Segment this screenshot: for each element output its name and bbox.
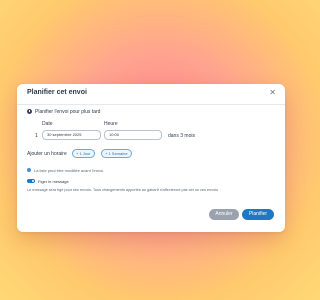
add-one-day-button[interactable]: + 1 Jour — [72, 149, 95, 158]
info-text: La liste peut être modifiée avant l'envo… — [34, 168, 105, 173]
date-input[interactable]: 30 septembre 2025 — [42, 130, 101, 140]
close-icon[interactable]: ✕ — [269, 88, 276, 98]
schedule-button[interactable]: Planifier — [242, 209, 274, 220]
time-value: 10:00 — [109, 132, 120, 137]
date-label: Date — [42, 121, 53, 127]
add-time-label: Ajouter un horaire — [27, 151, 67, 157]
dialog-header: Planifier cet envoi ✕ — [17, 84, 285, 105]
time-label: Heure — [104, 121, 118, 127]
dialog-title: Planifier cet envoi — [27, 89, 87, 96]
relative-time-text: dans 3 mois — [168, 133, 195, 139]
cancel-button[interactable]: Annuler — [209, 209, 239, 220]
schedule-option-label: Planifier l'envoi pour plus tard — [35, 109, 101, 115]
row-index: 1 — [35, 133, 38, 139]
schedule-dialog: Planifier cet envoi ✕ Planifier l'envoi … — [17, 84, 285, 232]
pin-message-description: Le message sera figé pour ses envois. To… — [27, 188, 218, 192]
time-input[interactable]: 10:00 — [104, 130, 162, 140]
pin-message-toggle[interactable] — [27, 179, 35, 183]
add-one-week-button[interactable]: + 1 Semaine — [101, 149, 132, 158]
date-value: 30 septembre 2025 — [47, 132, 82, 137]
pin-message-label: Figer le message — [38, 179, 69, 184]
info-icon — [27, 168, 31, 172]
clock-icon — [27, 109, 32, 114]
